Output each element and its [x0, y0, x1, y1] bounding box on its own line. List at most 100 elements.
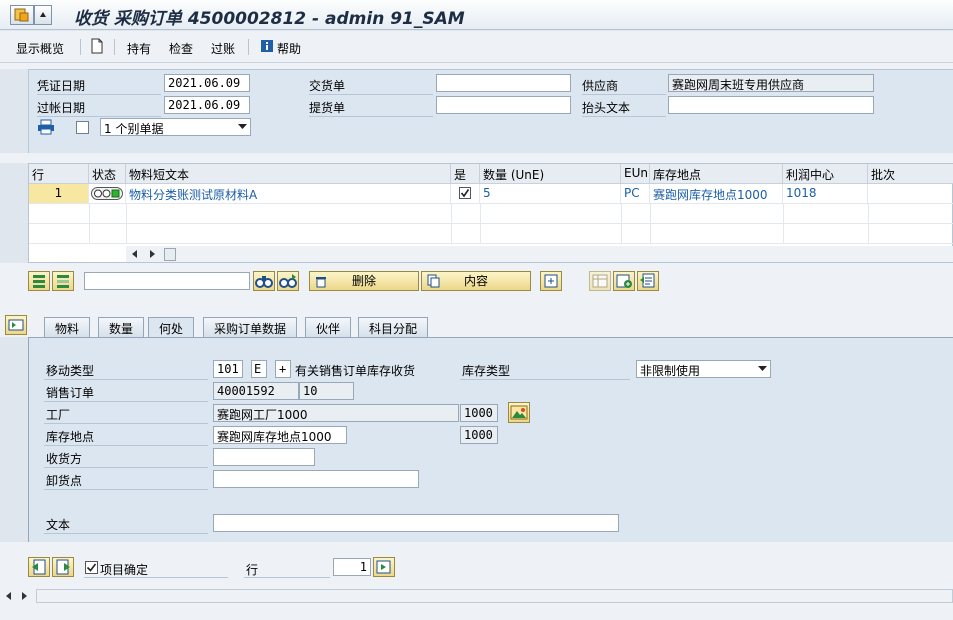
- find-next-button[interactable]: [277, 271, 299, 291]
- plant-info-button[interactable]: [508, 402, 530, 423]
- add-line-button[interactable]: [613, 271, 635, 291]
- column-header-quantity[interactable]: 数量 (UnE): [480, 164, 621, 184]
- dropdown-button[interactable]: [34, 5, 52, 25]
- toolbar-separator: [80, 39, 81, 55]
- column-header-status[interactable]: 状态: [89, 164, 126, 184]
- grid-line: [783, 204, 784, 244]
- detail-icon: [640, 273, 655, 288]
- print-option-select[interactable]: 1 个别单据: [100, 118, 251, 136]
- item-search-input[interactable]: [84, 272, 250, 290]
- item-table: 行 状态 物料短文本 是 数量 (UnE) EUn 库存地点 利润中心 批次 1…: [28, 163, 953, 263]
- deselect-all-button[interactable]: [52, 271, 74, 291]
- add-row-icon: [616, 274, 632, 288]
- select-all-button[interactable]: [28, 271, 50, 291]
- new-document-button[interactable]: [90, 38, 104, 54]
- overview-button[interactable]: 显示概览: [16, 40, 64, 57]
- plant-name-field: 赛跑网工厂1000: [213, 404, 459, 422]
- footer-area: [0, 542, 953, 620]
- bill-of-lading-field[interactable]: [436, 96, 571, 114]
- delivery-note-field[interactable]: [436, 74, 571, 92]
- bill-of-lading-label: 提货单: [309, 101, 346, 115]
- column-header-ok[interactable]: 是: [451, 164, 480, 184]
- arrow-right-icon[interactable]: [148, 250, 156, 258]
- doc-date-field[interactable]: 2021.06.09: [164, 74, 250, 92]
- row-line-number[interactable]: 1: [29, 184, 89, 204]
- item-text-field[interactable]: [213, 514, 619, 532]
- label-underline: [44, 401, 208, 402]
- column-header-unit[interactable]: EUn: [621, 164, 650, 184]
- scroll-thumb[interactable]: [164, 248, 176, 261]
- column-header-line[interactable]: 行: [29, 164, 89, 184]
- page-next-icon: [56, 559, 70, 575]
- row-material-text[interactable]: 物料分类账测试原材料A: [126, 184, 451, 204]
- tab-account-assignment[interactable]: 科目分配: [358, 317, 429, 337]
- tab-where[interactable]: 何处: [148, 317, 195, 338]
- post-button[interactable]: 过账: [211, 40, 235, 57]
- content-button[interactable]: 内容: [421, 271, 531, 291]
- label-underline: [44, 379, 208, 380]
- storage-location-field[interactable]: 赛跑网库存地点1000: [213, 426, 347, 444]
- movement-type-field[interactable]: 101: [213, 360, 243, 378]
- go-to-line-button[interactable]: [373, 557, 395, 577]
- table-row-empty: [29, 224, 953, 244]
- tab-material[interactable]: 物料: [44, 317, 91, 337]
- label-underline: [44, 489, 208, 490]
- collapse-detail-button[interactable]: [5, 315, 27, 335]
- recipient-field[interactable]: [213, 448, 315, 466]
- delete-button[interactable]: 删除: [309, 271, 419, 291]
- row-profit-center[interactable]: 1018: [783, 184, 868, 204]
- movement-indicator-field[interactable]: E: [251, 360, 267, 378]
- post-date-field[interactable]: 2021.06.09: [164, 96, 250, 114]
- arrow-left-icon[interactable]: [131, 250, 139, 258]
- arrow-right-icon[interactable]: [20, 592, 28, 600]
- tab-quantity[interactable]: 数量: [98, 317, 145, 337]
- item-ok-checkbox[interactable]: [85, 561, 98, 574]
- print-checkbox[interactable]: [76, 121, 89, 134]
- column-header-storage-location[interactable]: 库存地点: [650, 164, 783, 184]
- system-menu-button[interactable]: [10, 5, 34, 25]
- movement-plus-field[interactable]: +: [275, 360, 291, 378]
- column-header-profit-center[interactable]: 利润中心: [783, 164, 868, 184]
- row-storage-location[interactable]: 赛跑网库存地点1000: [650, 184, 783, 204]
- grid-line: [650, 204, 651, 244]
- column-header-material-text[interactable]: 物料短文本: [126, 164, 451, 184]
- row-quantity[interactable]: 5: [480, 184, 621, 204]
- stock-type-select[interactable]: 非限制使用: [636, 360, 771, 378]
- line-label: 行: [246, 563, 259, 577]
- row-ok-checkbox[interactable]: [459, 187, 471, 199]
- system-menu-icon: [14, 8, 29, 22]
- page-horizontal-scrollbar[interactable]: [36, 589, 953, 603]
- content-label: 内容: [463, 274, 488, 288]
- row-batch[interactable]: [868, 184, 953, 204]
- table-icon: [592, 274, 608, 288]
- movement-type-label: 移动类型: [46, 364, 95, 378]
- table-horizontal-scrollbar[interactable]: [126, 246, 953, 262]
- label-underline: [44, 467, 208, 468]
- tab-partner[interactable]: 伙伴: [305, 317, 352, 337]
- label-underline: [582, 116, 666, 117]
- next-item-button[interactable]: [52, 557, 74, 577]
- row-unit[interactable]: PC: [621, 184, 650, 204]
- hold-button[interactable]: 持有: [127, 40, 151, 57]
- check-button[interactable]: 检查: [169, 40, 193, 57]
- help-button[interactable]: [260, 39, 274, 53]
- print-button[interactable]: [37, 119, 55, 135]
- header-text-field[interactable]: [668, 96, 874, 114]
- table-row[interactable]: 1 物料分类账测试原材料A 5 PC 赛跑网库存地点1000 1018: [29, 184, 953, 204]
- inactive-button[interactable]: [589, 271, 611, 291]
- grid-line: [621, 204, 622, 244]
- traffic-light-icon: [91, 187, 123, 200]
- line-number-field[interactable]: 1: [333, 558, 371, 576]
- find-button[interactable]: [253, 271, 275, 291]
- fullscreen-button[interactable]: [540, 271, 562, 291]
- label-underline: [44, 533, 208, 534]
- help-label[interactable]: 帮助: [277, 40, 301, 57]
- tab-po-data[interactable]: 采购订单数据: [203, 317, 298, 337]
- previous-item-button[interactable]: [28, 557, 50, 577]
- select-all-icon: [33, 275, 45, 288]
- label-underline: [582, 94, 666, 95]
- arrow-left-icon[interactable]: [5, 592, 13, 600]
- unloading-point-field[interactable]: [213, 470, 419, 488]
- details-button[interactable]: [637, 271, 659, 291]
- column-header-batch[interactable]: 批次: [868, 164, 953, 184]
